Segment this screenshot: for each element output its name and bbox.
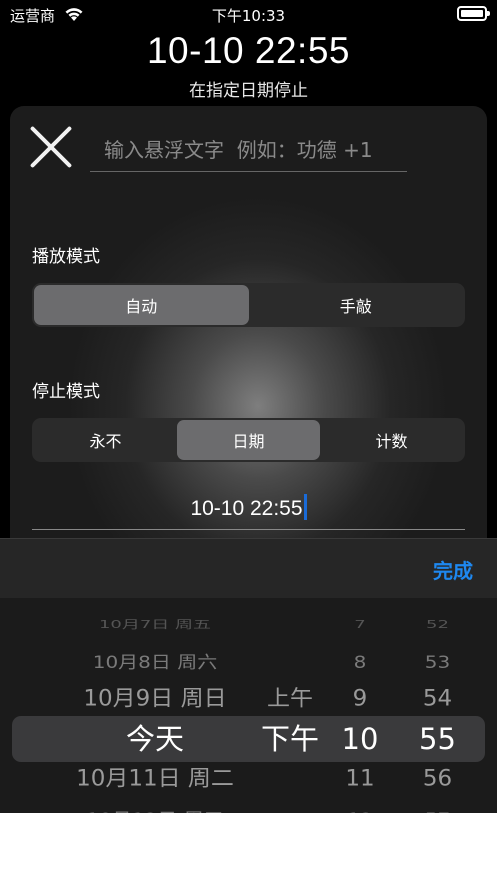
date-time-picker[interactable]: 10月7日 周五 7 52 10月8日 周六 8 53 10月9日 周日 上午 9 54 今天 下午 1… [0, 598, 497, 813]
play-mode-segmented-control: 自动 手敲 [32, 283, 465, 327]
segment-count[interactable]: 计数 [320, 420, 463, 460]
picker-date: 今天 [125, 722, 184, 756]
picker-minute: 56 [422, 766, 453, 792]
picker-ampm: 下午 [260, 722, 319, 756]
picker-hour: 10 [341, 722, 379, 756]
picker-date: 10月12日 周三 [50, 802, 260, 813]
picker-date: 10月11日 周二 [76, 766, 234, 792]
picker-hour: 11 [345, 766, 375, 792]
header-time: 10-10 22:55 [146, 30, 350, 71]
settings-panel: 播放模式 自动 手敲 停止模式 永不 日期 计数 10-10 22:55 [10, 106, 487, 566]
hover-text-input[interactable] [90, 128, 407, 172]
stop-date-field[interactable]: 10-10 22:55 [32, 486, 465, 530]
picker-row[interactable]: 10月7日 周五 7 52 [0, 613, 497, 637]
stop-mode-label: 停止模式 [32, 382, 100, 402]
close-button[interactable] [28, 124, 74, 170]
segment-never[interactable]: 永不 [34, 420, 177, 460]
picker-row[interactable]: 10月12日 周三 12 57 [0, 802, 497, 813]
segment-manual[interactable]: 手敲 [249, 285, 464, 325]
battery-icon [457, 6, 490, 21]
picker-minute: 57 [400, 802, 475, 813]
picker-row[interactable]: 10月9日 周日 上午 9 54 [0, 680, 497, 718]
done-button[interactable]: 完成 [433, 555, 473, 584]
app-screen: 运营商 下午10:33 10-10 22:55 在指定日期停止 播放模式 自动 … [0, 0, 497, 813]
picker-minute: 55 [419, 722, 456, 756]
picker-minute: 53 [424, 651, 451, 673]
header-subtitle: 在指定日期停止 [189, 81, 308, 101]
play-mode-label: 播放模式 [32, 247, 100, 267]
status-bar: 运营商 下午10:33 [0, 0, 497, 28]
picker-toolbar: 完成 [0, 538, 497, 598]
picker-row[interactable]: 10月11日 周二 11 56 [0, 760, 497, 798]
picker-minute: 52 [426, 618, 449, 631]
picker-date: 10月8日 周六 [92, 651, 218, 673]
picker-date: 10月9日 周日 [83, 686, 227, 712]
picker-ampm: 上午 [267, 686, 313, 712]
picker-row[interactable]: 今天 下午 10 55 [0, 719, 497, 759]
picker-hour: 9 [352, 686, 368, 712]
segment-auto[interactable]: 自动 [34, 285, 249, 325]
picker-hour: 8 [353, 651, 367, 673]
picker-hour: 12 [325, 802, 395, 813]
segment-date[interactable]: 日期 [177, 420, 320, 460]
picker-row[interactable]: 10月8日 周六 8 53 [0, 645, 497, 679]
status-clock: 下午10:33 [211, 7, 286, 25]
stop-mode-segmented-control: 永不 日期 计数 [32, 418, 465, 462]
picker-minute: 54 [422, 686, 453, 712]
stop-date-value: 10-10 22:55 [190, 497, 303, 520]
picker-hour: 7 [354, 618, 366, 631]
text-cursor [303, 494, 307, 520]
picker-date: 10月7日 周五 [98, 618, 212, 631]
